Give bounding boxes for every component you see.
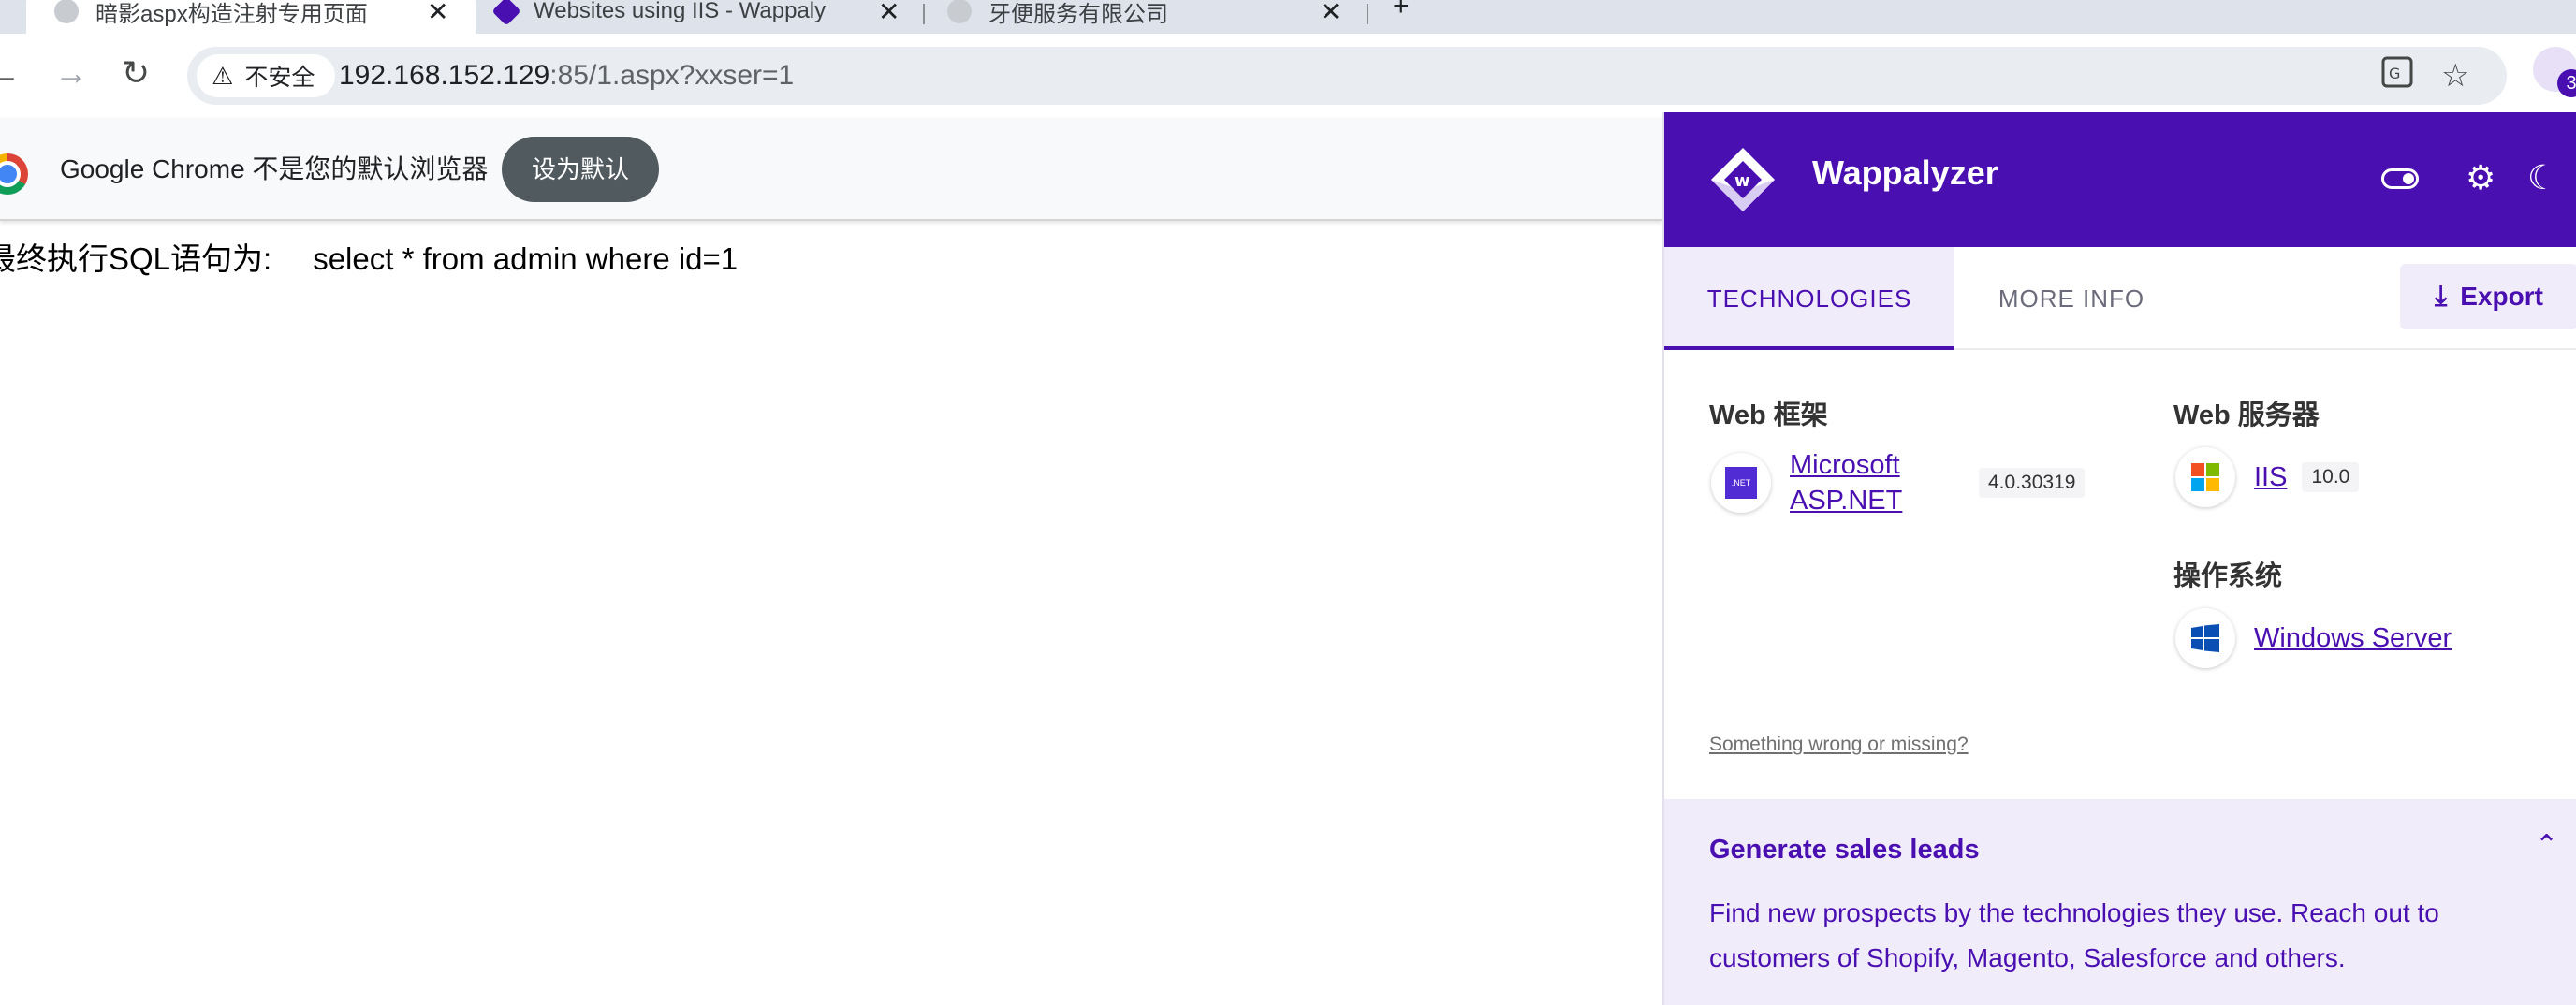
tech-item-windows-server: Windows Server — [2175, 608, 2452, 668]
tab-title: Websites using IIS - Wappaly — [534, 0, 827, 23]
chrome-logo-icon — [0, 153, 28, 195]
wappalyzer-logo-icon: w — [1711, 148, 1775, 211]
tab-technologies[interactable]: TECHNOLOGIES — [1664, 247, 1954, 350]
tech-link[interactable]: Microsoft ASP.NET — [1790, 447, 1958, 518]
dark-mode-moon-icon[interactable]: ☾ — [2527, 159, 2557, 197]
wappalyzer-extension-icon[interactable]: 3 — [2533, 47, 2576, 97]
default-browser-infobar: Google Chrome 不是您的默认浏览器 设为默认 — [0, 118, 1662, 221]
close-tab-icon[interactable]: ✕ — [1320, 0, 1341, 27]
address-bar[interactable]: ⚠ 不安全 192.168.152.129:85/1.aspx?xxser=1 … — [187, 47, 2507, 105]
tab-separator — [923, 4, 925, 24]
tab-company[interactable]: 牙便服务有限公司 ✕ — [942, 0, 1372, 34]
sql-output: 最终执行SQL语句为: select * from admin where id=… — [0, 234, 738, 279]
url-host: 192.168.152.129 — [339, 60, 550, 91]
reload-icon[interactable]: ↻ — [122, 54, 150, 92]
forward-icon[interactable]: → — [54, 54, 88, 92]
export-label: Export — [2460, 282, 2543, 311]
close-tab-icon[interactable]: ✕ — [427, 0, 448, 27]
globe-icon — [947, 0, 972, 23]
tech-version: 4.0.30319 — [1979, 468, 2086, 498]
warning-icon: ⚠ — [212, 61, 234, 90]
wappalyzer-favicon-icon — [491, 0, 521, 26]
sales-leads-body: Find new prospects by the technologies t… — [1709, 898, 2439, 972]
new-tab-icon[interactable]: + — [1393, 0, 1410, 22]
close-tab-icon[interactable]: ✕ — [878, 0, 900, 27]
wappalyzer-brand: Wappalyzer — [1812, 153, 1998, 192]
sales-leads-title: Generate sales leads — [1709, 835, 1980, 865]
translate-icon[interactable]: G — [2381, 56, 2413, 97]
tech-link[interactable]: Windows Server — [2254, 620, 2452, 656]
category-title: 操作系统 — [2174, 561, 2283, 591]
tab-separator — [1367, 4, 1368, 24]
category-title: Web 服务器 — [2174, 401, 2320, 430]
svg-text:w: w — [1734, 171, 1750, 191]
wappalyzer-tabs: TECHNOLOGIES MORE INFO ⤓ Export — [1664, 247, 2576, 350]
set-default-button[interactable]: 设为默认 — [502, 137, 659, 202]
tab-title: 暗影aspx构造注射专用页面 — [95, 1, 368, 27]
toolbar: ← → ↻ ⚠ 不安全 192.168.152.129:85/1.aspx?xx… — [0, 34, 2576, 118]
dotnet-icon-mark: .NET — [1725, 467, 1757, 499]
category-title: Web 框架 — [1709, 401, 1828, 430]
download-icon: ⤓ — [2435, 281, 2448, 312]
settings-gear-icon[interactable]: ⚙ — [2466, 159, 2496, 197]
sql-statement: select * from admin where id=1 — [313, 241, 739, 276]
sql-label: 最终执行SQL语句为: — [0, 241, 272, 276]
svg-text:G: G — [2389, 65, 2400, 82]
security-chip[interactable]: ⚠ 不安全 — [197, 54, 336, 97]
tab-strip: 暗影aspx构造注射专用页面 ✕ Websites using IIS - Wa… — [0, 0, 2576, 34]
security-label: 不安全 — [244, 65, 315, 91]
windows-icon — [2175, 608, 2235, 668]
url-path: :85/1.aspx?xxser=1 — [549, 60, 795, 91]
wappalyzer-popup: w Wappalyzer ⚙ ☾ TECHNOLOGIES MORE INFO … — [1662, 112, 2576, 1005]
browser-window: 暗影aspx构造注射专用页面 ✕ Websites using IIS - Wa… — [0, 0, 2576, 1005]
tech-item-iis: IIS 10.0 — [2175, 447, 2360, 507]
chevron-up-icon[interactable]: ⌃ — [2535, 829, 2558, 862]
microsoft-icon — [2175, 447, 2235, 507]
url-text[interactable]: 192.168.152.129:85/1.aspx?xxser=1 — [339, 47, 794, 105]
tech-link[interactable]: IIS — [2254, 459, 2287, 495]
tech-version: 10.0 — [2302, 462, 2360, 492]
feedback-link[interactable]: Something wrong or missing? — [1709, 734, 1969, 756]
tab-sql-page[interactable]: 暗影aspx构造注射专用页面 ✕ — [26, 0, 476, 34]
tab-wappalyzer[interactable]: Websites using IIS - Wappaly ✕ — [490, 0, 930, 34]
toggle-switch[interactable] — [2381, 168, 2419, 189]
globe-icon — [54, 0, 79, 23]
infobar-message: Google Chrome 不是您的默认浏览器 — [60, 154, 489, 183]
wappalyzer-header: w Wappalyzer ⚙ ☾ — [1664, 112, 2576, 247]
dotnet-icon: .NET — [1711, 453, 1771, 513]
back-icon[interactable]: ← — [0, 54, 21, 92]
extension-count-badge: 3 — [2557, 69, 2576, 97]
tab-more-info[interactable]: MORE INFO — [1954, 247, 2188, 350]
bookmark-star-icon[interactable]: ☆ — [2441, 56, 2469, 95]
export-button[interactable]: ⤓ Export — [2400, 264, 2576, 329]
tech-item-aspnet: .NET Microsoft ASP.NET 4.0.30319 — [1711, 447, 2086, 518]
tab-title: 牙便服务有限公司 — [988, 1, 1168, 27]
sales-leads-panel: Generate sales leads ⌃ Find new prospect… — [1664, 799, 2576, 1005]
